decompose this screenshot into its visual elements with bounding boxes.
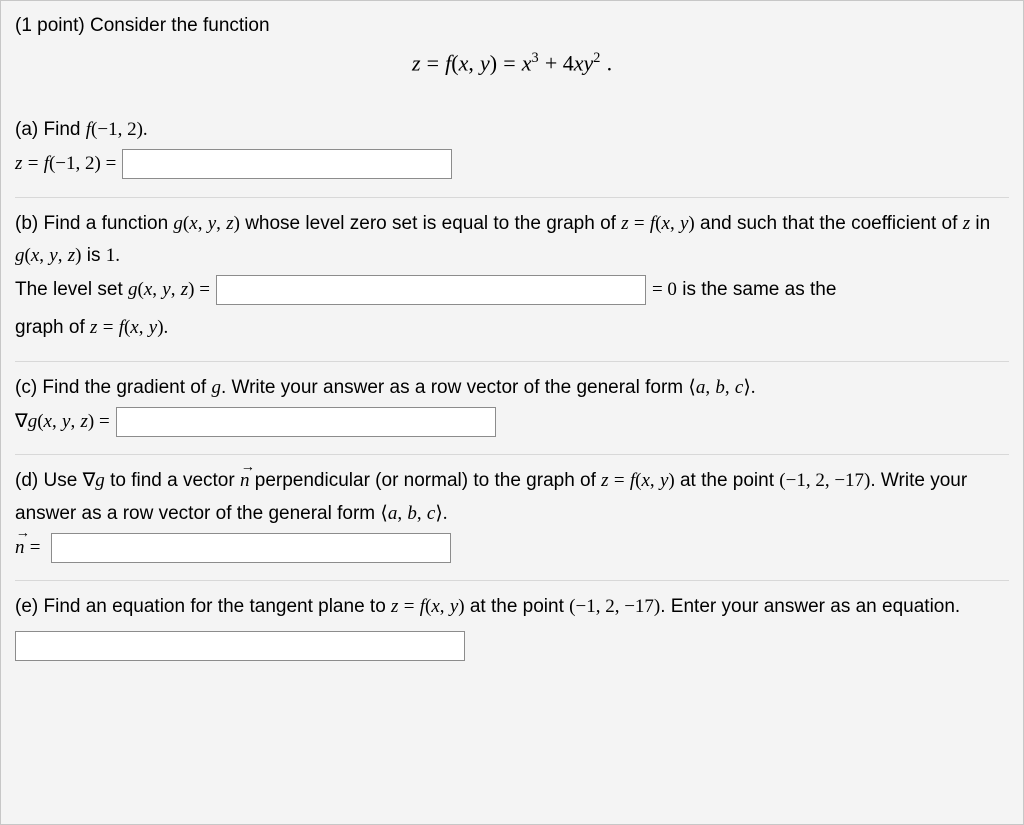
problem-intro: (1 point) Consider the function — [15, 13, 1009, 40]
part-d-answer-line: n = — [15, 532, 1009, 564]
part-e-prompt: (e) Find an equation for the tangent pla… — [15, 591, 1009, 623]
part-b-answer-after: = 0 is the same as the — [652, 274, 836, 306]
part-a-input[interactable] — [122, 149, 452, 179]
part-e: (e) Find an equation for the tangent pla… — [15, 581, 1009, 677]
part-b-m5: 1 — [106, 245, 116, 266]
part-b-prompt: (b) Find a function g(x, y, z) whose lev… — [15, 208, 1009, 273]
part-b-answer-row2: graph of z = f(x, y). — [15, 312, 1009, 344]
part-b-text4: in — [970, 213, 990, 234]
part-a-prompt-prefix: (a) Find — [15, 119, 86, 140]
part-b-text2: whose level zero set is equal to the gra… — [240, 213, 621, 234]
part-d: (d) Use ∇g to find a vector n perpendicu… — [15, 455, 1009, 581]
part-b-m4: g(x, y, z) — [15, 245, 82, 266]
part-c: (c) Find the gradient of g. Write your a… — [15, 362, 1009, 456]
part-b-m1: g(x, y, z) — [173, 213, 240, 234]
part-a-prompt: (a) Find f(−1, 2). — [15, 114, 1009, 146]
part-c-prompt: (c) Find the gradient of g. Write your a… — [15, 372, 1009, 404]
part-b-answer-prefix: The level set g(x, y, z) = — [15, 274, 210, 306]
part-b-input[interactable] — [216, 275, 646, 305]
part-d-answer-prefix: n = — [15, 532, 45, 564]
part-b: (b) Find a function g(x, y, z) whose lev… — [15, 198, 1009, 362]
problem-container: (1 point) Consider the function z = f(x,… — [0, 0, 1024, 825]
part-a-answer-prefix: z = f(−1, 2) = — [15, 148, 116, 180]
part-b-text3: and such that the coefficient of — [695, 213, 963, 234]
part-c-input[interactable] — [116, 407, 496, 437]
part-b-m2: z = f(x, y) — [621, 213, 695, 234]
part-a: (a) Find f(−1, 2). z = f(−1, 2) = — [15, 104, 1009, 198]
part-b-m3: z — [963, 213, 970, 234]
part-e-input[interactable] — [15, 631, 465, 661]
part-d-input[interactable] — [51, 533, 451, 563]
part-b-text5: is — [82, 245, 106, 266]
part-c-answer-prefix: ∇g(x, y, z) = — [15, 406, 110, 438]
part-e-answer-line — [15, 631, 1009, 661]
part-c-answer-line: ∇g(x, y, z) = — [15, 406, 1009, 438]
part-a-answer-line: z = f(−1, 2) = — [15, 148, 1009, 180]
main-equation: z = f(x, y) = x3 + 4xy2 . — [15, 50, 1009, 76]
part-a-math: f(−1, 2). — [86, 119, 148, 140]
part-b-text1: (b) Find a function — [15, 213, 173, 234]
part-b-answer-row1: The level set g(x, y, z) = = 0 is the sa… — [15, 274, 1009, 306]
part-d-prompt: (d) Use ∇g to find a vector n perpendicu… — [15, 465, 1009, 530]
part-b-period: . — [115, 245, 120, 266]
